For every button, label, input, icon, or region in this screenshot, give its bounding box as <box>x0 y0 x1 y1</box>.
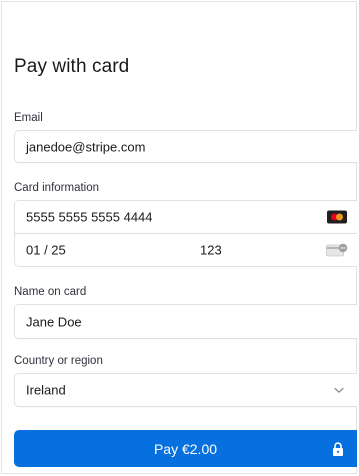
pay-button-label: Pay €2.00 <box>153 440 218 457</box>
card-expiry-field[interactable]: 01 / 25 <box>14 233 190 267</box>
pay-button[interactable]: Pay €2.00 <box>14 430 357 467</box>
mastercard-icon <box>327 210 347 224</box>
card-expiry-value: 01 / 25 <box>26 242 66 258</box>
card-number-value: 5555 5555 5555 4444 <box>26 209 153 225</box>
card-cvc-icon <box>326 243 348 257</box>
card-cvc-field[interactable]: 123 <box>189 233 357 267</box>
card-number-field[interactable]: 5555 5555 5555 4444 <box>14 200 357 234</box>
lock-icon <box>333 441 343 456</box>
card-information-label: Card information <box>14 182 100 194</box>
name-on-card-field[interactable]: Jane Doe <box>14 304 357 339</box>
email-field[interactable]: janedoe@stripe.com <box>14 130 357 163</box>
country-select[interactable]: Ireland <box>14 373 357 407</box>
page-title: Pay with card <box>14 56 130 77</box>
name-on-card-value: Jane Doe <box>26 314 82 329</box>
chevron-down-icon <box>334 387 344 393</box>
email-label: Email <box>14 112 43 124</box>
country-label: Country or region <box>14 355 103 367</box>
name-on-card-label: Name on card <box>14 286 87 298</box>
checkout-panel: Pay with card Email janedoe@stripe.com C… <box>1 1 357 474</box>
email-value: janedoe@stripe.com <box>26 139 146 154</box>
card-cvc-value: 123 <box>200 242 222 258</box>
country-value: Ireland <box>26 382 66 398</box>
